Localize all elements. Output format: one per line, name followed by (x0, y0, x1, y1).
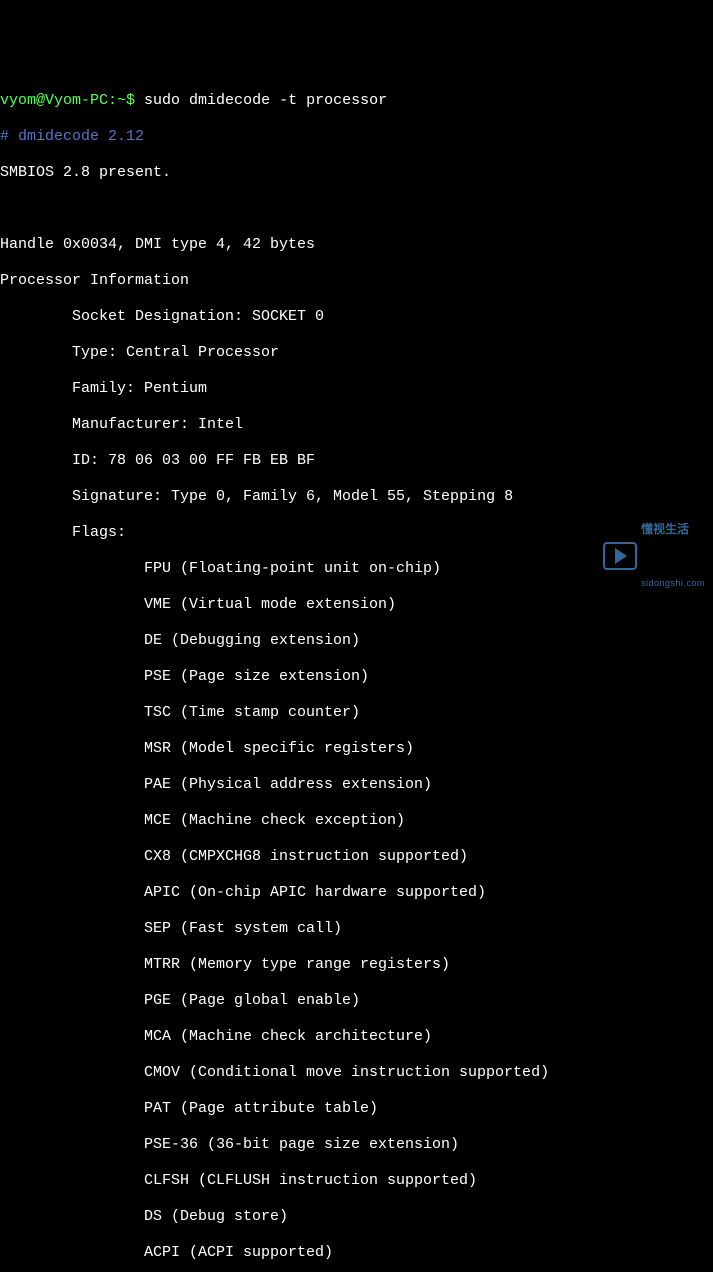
dmidecode-version: # dmidecode 2.12 (0, 128, 713, 146)
prompt-line: vyom@Vyom-PC:~$ sudo dmidecode -t proces… (0, 92, 713, 110)
flag-item: PSE (Page size extension) (0, 668, 713, 686)
flag-item: CMOV (Conditional move instruction suppo… (0, 1064, 713, 1082)
flag-item: DS (Debug store) (0, 1208, 713, 1226)
shell-command: sudo dmidecode -t processor (144, 92, 387, 109)
flag-item: SEP (Fast system call) (0, 920, 713, 938)
watermark-text: 懂视生活 (641, 520, 705, 538)
watermark-logo: 懂视生活 sidongshi.com (603, 484, 705, 628)
flag-item: CX8 (CMPXCHG8 instruction supported) (0, 848, 713, 866)
flag-item: APIC (On-chip APIC hardware supported) (0, 884, 713, 902)
socket-field: Socket Designation: SOCKET 0 (0, 308, 713, 326)
family-field: Family: Pentium (0, 380, 713, 398)
blank-line (0, 200, 713, 218)
shell-path: :~$ (108, 92, 144, 109)
play-icon (603, 542, 637, 570)
handle-line: Handle 0x0034, DMI type 4, 42 bytes (0, 236, 713, 254)
flag-item: PSE-36 (36-bit page size extension) (0, 1136, 713, 1154)
flag-item: DE (Debugging extension) (0, 632, 713, 650)
terminal-output[interactable]: vyom@Vyom-PC:~$ sudo dmidecode -t proces… (0, 72, 713, 1272)
id-field: ID: 78 06 03 00 FF FB EB BF (0, 452, 713, 470)
flag-item: PAT (Page attribute table) (0, 1100, 713, 1118)
flag-item: PAE (Physical address extension) (0, 776, 713, 794)
flag-item: MCE (Machine check exception) (0, 812, 713, 830)
flag-item: MSR (Model specific registers) (0, 740, 713, 758)
shell-prompt: vyom@Vyom-PC (0, 92, 108, 109)
flag-item: MTRR (Memory type range registers) (0, 956, 713, 974)
flag-item: MCA (Machine check architecture) (0, 1028, 713, 1046)
smbios-line: SMBIOS 2.8 present. (0, 164, 713, 182)
flag-item: CLFSH (CLFLUSH instruction supported) (0, 1172, 713, 1190)
section-title: Processor Information (0, 272, 713, 290)
type-field: Type: Central Processor (0, 344, 713, 362)
watermark-sub: sidongshi.com (641, 574, 705, 592)
manufacturer-field: Manufacturer: Intel (0, 416, 713, 434)
flag-item: PGE (Page global enable) (0, 992, 713, 1010)
flag-item: ACPI (ACPI supported) (0, 1244, 713, 1262)
flag-item: TSC (Time stamp counter) (0, 704, 713, 722)
